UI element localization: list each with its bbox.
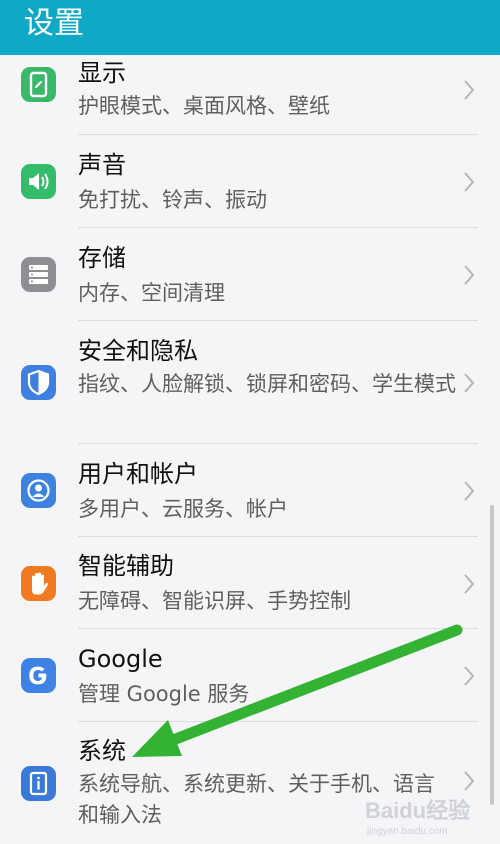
item-title: Google [78, 645, 163, 673]
chevron-right-icon [462, 79, 476, 101]
chevron-right-icon [462, 770, 476, 792]
item-subtitle: 内存、空间清理 [78, 281, 225, 305]
display-icon [21, 67, 56, 102]
settings-item-security[interactable]: 安全和隐私 指纹、人脸解锁、锁屏和密码、学生模式 [0, 321, 500, 444]
watermark-url: jingyan.baidu.com [366, 826, 448, 837]
scrollbar[interactable] [490, 505, 494, 805]
hand-icon [21, 566, 56, 601]
baidu-watermark: Baidu经验 jingyan.baidu.com [363, 790, 488, 838]
item-subtitle: 免打扰、铃声、振动 [78, 188, 267, 212]
watermark-brand: Baidu经验 [365, 798, 470, 823]
item-title: 存储 [78, 244, 126, 272]
settings-item-google[interactable]: Google 管理 Google 服务 [0, 629, 500, 722]
google-icon [21, 658, 56, 693]
chevron-right-icon [462, 665, 476, 687]
item-title: 智能辅助 [78, 552, 174, 580]
item-title: 显示 [78, 59, 126, 87]
settings-item-sound[interactable]: 声音 免打扰、铃声、振动 [0, 135, 500, 228]
chevron-right-icon [462, 372, 476, 394]
page-title: 设置 [24, 6, 84, 41]
settings-item-smart-assist[interactable]: 智能辅助 无障碍、智能识屏、手势控制 [0, 537, 500, 629]
settings-item-storage[interactable]: 存储 内存、空间清理 [0, 228, 500, 321]
app-header: 设置 [0, 0, 500, 55]
item-title: 安全和隐私 [78, 337, 198, 365]
storage-icon [21, 257, 56, 292]
item-title: 声音 [78, 151, 126, 179]
item-subtitle: 护眼模式、桌面风格、壁纸 [78, 94, 330, 118]
settings-item-users-accounts[interactable]: 用户和帐户 多用户、云服务、帐户 [0, 444, 500, 537]
item-subtitle: 多用户、云服务、帐户 [78, 497, 288, 521]
chevron-right-icon [462, 480, 476, 502]
item-subtitle: 无障碍、智能识屏、手势控制 [78, 589, 351, 613]
settings-item-display[interactable]: 显示 护眼模式、桌面风格、壁纸 [0, 55, 500, 135]
item-subtitle: 指纹、人脸解锁、锁屏和密码、学生模式 [78, 372, 456, 396]
chevron-right-icon [462, 171, 476, 193]
settings-list: 显示 护眼模式、桌面风格、壁纸 声音 免打扰、铃声、振动 存储 内存、空间清理 … [0, 55, 500, 844]
item-title: 用户和帐户 [78, 460, 198, 488]
chevron-right-icon [462, 573, 476, 595]
system-info-icon [21, 766, 56, 801]
user-icon [21, 473, 56, 508]
shield-icon [21, 365, 56, 400]
sound-icon [21, 164, 56, 199]
item-subtitle: 管理 Google 服务 [78, 682, 250, 706]
chevron-right-icon [462, 264, 476, 286]
item-title: 系统 [78, 737, 126, 765]
